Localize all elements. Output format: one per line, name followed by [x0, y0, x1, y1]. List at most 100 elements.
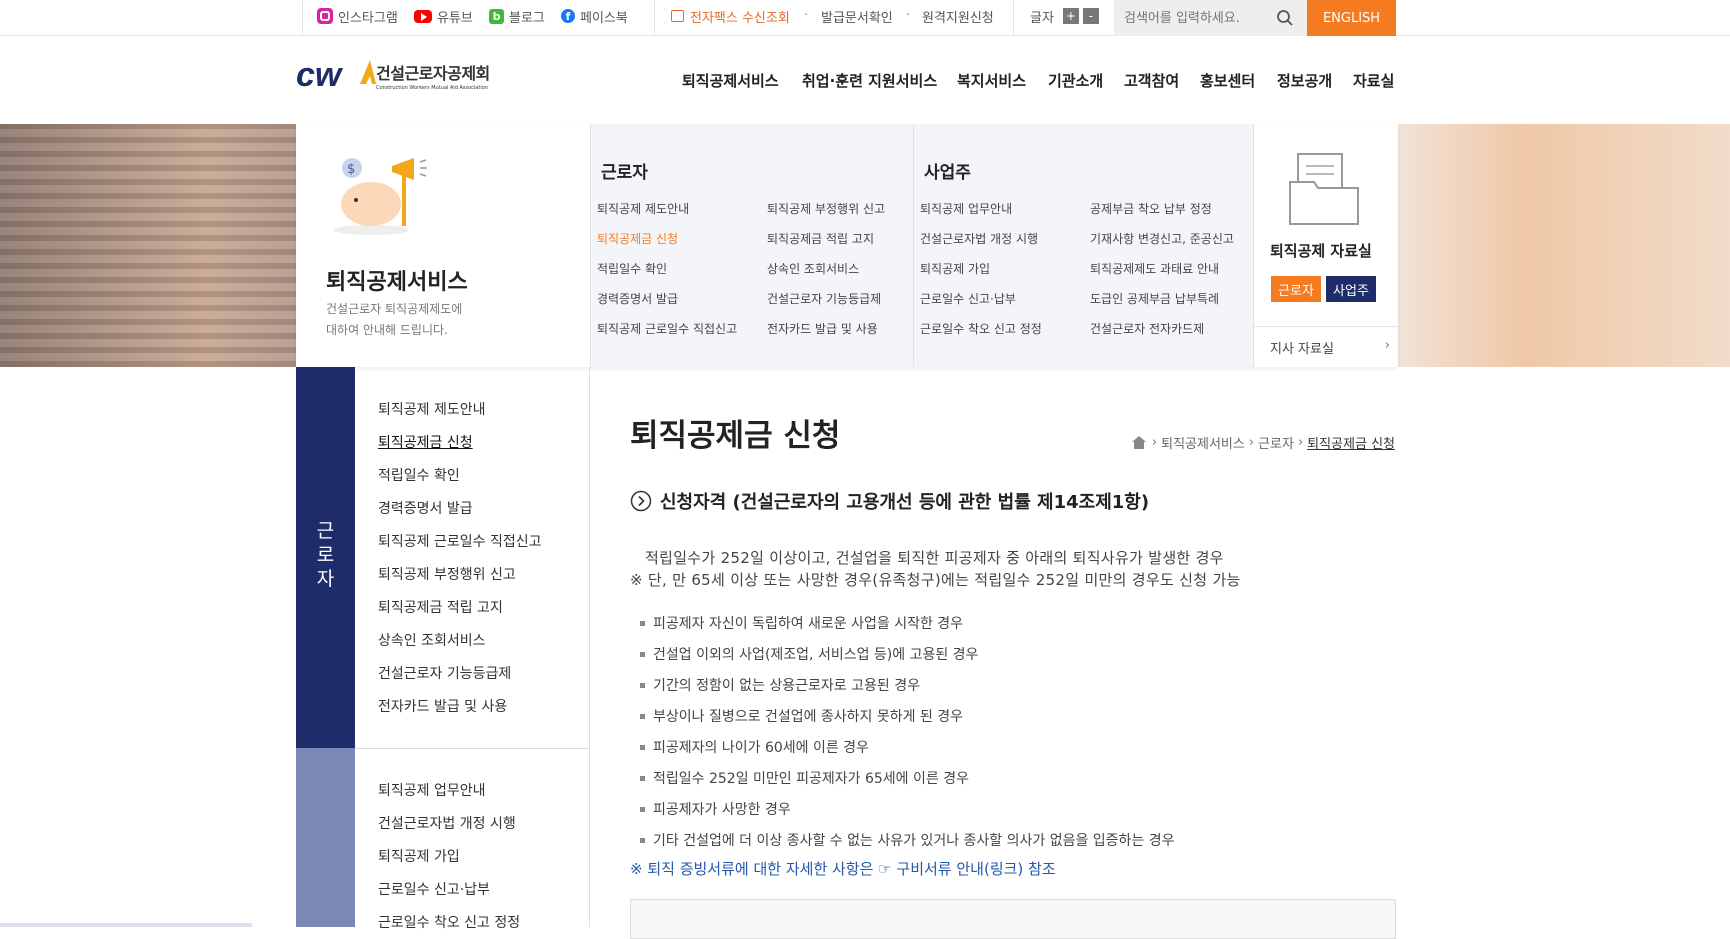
lnb-item[interactable]: 건설근로자 기능등급제: [378, 663, 511, 683]
lnb-item[interactable]: 퇴직공제 근로일수 직접신고: [378, 531, 541, 551]
remote-support-label: 원격지원신청: [922, 10, 994, 26]
doc-verify-link[interactable]: 발급문서확인: [821, 5, 893, 27]
lnb-item[interactable]: 퇴직공제 업무안내: [378, 780, 486, 800]
mega-link[interactable]: 퇴직공제 근로일수 직접신고: [597, 320, 737, 337]
mega-link[interactable]: 건설근로자법 개정 시행: [920, 230, 1038, 247]
fax-icon: [671, 10, 684, 22]
divider: [1013, 0, 1014, 36]
mega-link[interactable]: 건설근로자 전자카드제: [1090, 320, 1204, 337]
list-item-text: 적립일수 252일 미만인 피공제자가 65세에 이른 경우: [653, 771, 969, 787]
mega-employer-column: 사업주 퇴직공제 업무안내 건설근로자법 개정 시행 퇴직공제 가입 근로일수 …: [913, 124, 1253, 367]
lnb-item[interactable]: 퇴직공제 가입: [378, 846, 460, 866]
mega-link[interactable]: 공제부금 착오 납부 정정: [1090, 200, 1212, 217]
lnb-worker-char: 로: [316, 544, 335, 566]
youtube-link[interactable]: 유튜브: [414, 5, 473, 27]
mega-link[interactable]: 퇴직공제제도 과태료 안내: [1090, 260, 1219, 277]
gnb-archive[interactable]: 자료실: [1353, 70, 1394, 91]
circle-chevron-icon: [630, 490, 652, 512]
mega-link[interactable]: 경력증명서 발급: [597, 290, 678, 307]
gnb-customer[interactable]: 고객참여: [1124, 70, 1179, 91]
branch-archive-label: 지사 자료실: [1270, 342, 1334, 357]
section-title: 신청자격 (건설근로자의 고용개선 등에 관한 법률 제14조제1항): [660, 492, 1150, 513]
lnb-item[interactable]: 퇴직공제금 적립 고지: [378, 597, 503, 617]
gnb-employment-training[interactable]: 취업·훈련 지원서비스: [802, 70, 937, 91]
youtube-label: 유튜브: [437, 10, 473, 26]
mega-link[interactable]: 적립일수 확인: [597, 260, 667, 277]
font-decrease-button[interactable]: -: [1082, 8, 1099, 24]
list-item: 적립일수 252일 미만인 피공제자가 65세에 이른 경우: [640, 768, 969, 788]
mega-link[interactable]: 도급인 공제부금 납부특례: [1090, 290, 1219, 307]
archive-worker-button[interactable]: 근로자: [1271, 276, 1321, 302]
mega-link[interactable]: 퇴직공제 제도안내: [597, 200, 689, 217]
mega-link[interactable]: 건설근로자 기능등급제: [767, 290, 881, 307]
lnb-item[interactable]: 퇴직공제 제도안내: [378, 399, 486, 419]
top-utility-bar: 인스타그램 유튜브 b 블로그 f 페이스북 전자팩스 수신조회 · 발급문서확…: [0, 0, 1730, 36]
breadcrumb-current[interactable]: 퇴직공제금 신청: [1307, 433, 1395, 452]
divider: [355, 748, 590, 749]
blog-link[interactable]: b 블로그: [489, 5, 545, 27]
lnb-item[interactable]: 적립일수 확인: [378, 465, 460, 485]
lnb-item[interactable]: 근로일수 착오 신고 정정: [378, 912, 520, 932]
mega-intro-desc-1: 건설근로자 퇴직공제제도에: [326, 302, 463, 316]
list-item: 기타 건설업에 더 이상 종사할 수 없는 사유가 있거나 종사할 의사가 없음…: [640, 830, 1175, 850]
mega-link[interactable]: 근로일수 신고·납부: [920, 290, 1016, 307]
separator-dot: ·: [804, 8, 809, 23]
mega-link-active[interactable]: 퇴직공제금 신청: [597, 230, 678, 247]
instagram-link[interactable]: 인스타그램: [317, 5, 398, 27]
chevron-right-icon: ›: [1151, 435, 1158, 450]
instagram-label: 인스타그램: [338, 10, 398, 26]
archive-employer-button[interactable]: 사업주: [1326, 276, 1376, 302]
lnb-item[interactable]: 상속인 조회서비스: [378, 630, 486, 650]
mega-link[interactable]: 퇴직공제금 적립 고지: [767, 230, 874, 247]
bullet-icon: [640, 806, 645, 812]
efax-link[interactable]: 전자팩스 수신조회: [671, 5, 790, 27]
list-item-text: 부상이나 질병으로 건설업에 종사하지 못하게 된 경우: [653, 709, 964, 725]
svg-text:$: $: [347, 162, 355, 177]
font-increase-button[interactable]: +: [1062, 8, 1079, 24]
mega-link[interactable]: 퇴직공제 부정행위 신고: [767, 200, 885, 217]
gnb-welfare[interactable]: 복지서비스: [957, 70, 1026, 91]
svg-text:cw: cw: [296, 58, 344, 92]
lnb-item[interactable]: 경력증명서 발급: [378, 498, 473, 518]
piggy-bank-icon: $: [333, 158, 427, 235]
gnb-about[interactable]: 기관소개: [1048, 70, 1103, 91]
list-item-text: 기간의 정함이 없는 상용근로자로 고용된 경우: [653, 678, 920, 694]
gnb-disclosure[interactable]: 정보공개: [1277, 70, 1332, 91]
required-docs-link[interactable]: ※ 퇴직 증빙서류에 대한 자세한 사항은 ☞ 구비서류 안내(링크) 참조: [630, 858, 1056, 879]
mega-link[interactable]: 기재사항 변경신고, 준공신고: [1090, 230, 1234, 247]
section-heading: 신청자격 (건설근로자의 고용개선 등에 관한 법률 제14조제1항): [630, 488, 1149, 514]
bullet-icon: [640, 651, 645, 657]
lnb-item[interactable]: 건설근로자법 개정 시행: [378, 813, 516, 833]
list-item: 피공제자의 나이가 60세에 이른 경우: [640, 737, 869, 757]
list-item-text: 건설업 이외의 사업(제조업, 서비스업 등)에 고용된 경우: [653, 647, 979, 663]
home-icon[interactable]: [1131, 436, 1146, 449]
breadcrumb-item[interactable]: 근로자: [1258, 433, 1294, 452]
blog-icon: b: [489, 8, 504, 24]
list-item: 피공제자 자신이 독립하여 새로운 사업을 시작한 경우: [640, 613, 963, 633]
lnb-item[interactable]: 퇴직공제 부정행위 신고: [378, 564, 516, 584]
info-box: [630, 899, 1396, 939]
breadcrumb-item[interactable]: 퇴직공제서비스: [1161, 433, 1245, 452]
lnb-item-active[interactable]: 퇴직공제금 신청: [378, 432, 473, 452]
gnb-retirement-service[interactable]: 퇴직공제서비스: [682, 70, 779, 91]
mega-menu: $ 퇴직공제서비스 건설근로자 퇴직공제제도에 대하여 안내해 드립니다. 근로…: [296, 124, 1399, 367]
mega-link[interactable]: 상속인 조회서비스: [767, 260, 859, 277]
mega-link[interactable]: 퇴직공제 가입: [920, 260, 990, 277]
lnb-item[interactable]: 전자카드 발급 및 사용: [378, 696, 507, 716]
mega-link[interactable]: 근로일수 착오 신고 정정: [920, 320, 1042, 337]
gnb-pr-center[interactable]: 홍보센터: [1200, 70, 1255, 91]
document-folder-icon: [1289, 153, 1359, 225]
logo[interactable]: cw 건설근로자공제회 Construction Workers Mutual …: [296, 58, 490, 92]
remote-support-link[interactable]: 원격지원신청: [922, 5, 994, 27]
bullet-icon: [640, 837, 645, 843]
branch-archive-link[interactable]: 지사 자료실 ›: [1270, 338, 1390, 357]
mega-link[interactable]: 전자카드 발급 및 사용: [767, 320, 878, 337]
bullet-icon: [640, 775, 645, 781]
mega-link[interactable]: 퇴직공제 업무안내: [920, 200, 1012, 217]
font-size-label: 글자: [1030, 10, 1054, 26]
lnb-item[interactable]: 근로일수 신고·납부: [378, 879, 490, 899]
search-icon[interactable]: [1276, 9, 1294, 27]
english-button[interactable]: ENGLISH: [1307, 0, 1396, 36]
search-input[interactable]: [1124, 7, 1274, 29]
facebook-link[interactable]: f 페이스북: [561, 5, 628, 27]
